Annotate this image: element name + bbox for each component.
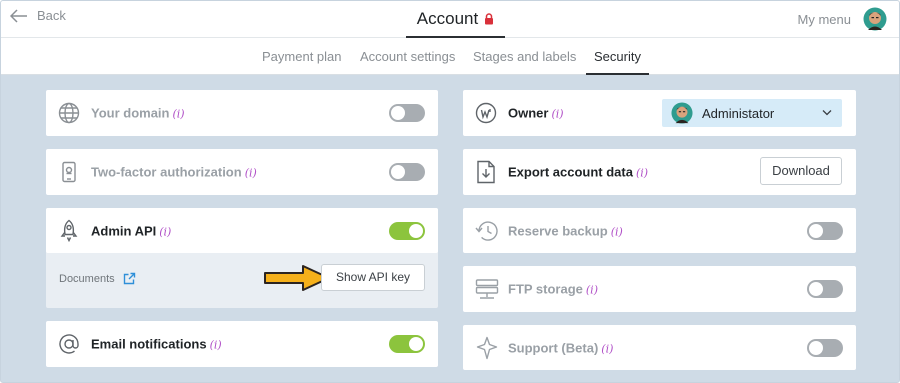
owner-icon [475,102,497,124]
domain-card: Your domain (i) [46,90,438,136]
back-button[interactable]: Back [10,8,66,23]
admin-api-label: Admin API (i) [91,223,172,238]
history-icon [475,220,498,241]
show-api-key-button[interactable]: Show API key [321,264,425,291]
domain-label: Your domain (i) [91,105,185,121]
tab-bar: Payment plan Account settings Stages and… [1,38,899,75]
backup-info-icon[interactable]: (i) [611,225,623,238]
admin-api-card: Admin API (i) [46,208,438,253]
email-notifications-card: Email notifications (i) [46,321,438,367]
owner-select[interactable]: Administator [662,99,842,127]
reserve-backup-label: Reserve backup (i) [508,223,623,238]
at-icon [59,334,79,354]
support-card: Support (Beta) (i) [463,325,856,370]
domain-info-icon[interactable]: (i) [172,108,184,121]
server-icon [475,279,499,299]
ftp-storage-label: FTP storage (i) [508,281,598,297]
two-factor-toggle[interactable] [389,163,425,181]
domain-toggle[interactable] [389,104,425,122]
tab-payment-plan[interactable]: Payment plan [262,38,342,75]
support-info-icon[interactable]: (i) [601,342,613,355]
email-info-icon[interactable]: (i) [210,339,222,352]
lock-icon [485,13,494,25]
tab-account-settings[interactable]: Account settings [360,38,455,75]
rocket-icon [60,219,78,242]
admin-api-toggle[interactable] [389,221,425,240]
ftp-storage-toggle[interactable] [807,280,843,298]
owner-label: Owner (i) [508,105,564,121]
avatar[interactable] [863,7,887,31]
download-button[interactable]: Download [760,157,842,185]
app-frame: Back Account My menu Payment plan Accoun… [0,0,900,383]
globe-icon [58,102,80,124]
owner-selected-value: Administator [702,106,775,121]
back-label: Back [37,8,66,23]
avatar [671,102,693,124]
tab-stages-and-labels[interactable]: Stages and labels [473,38,576,75]
my-menu-link[interactable]: My menu [798,12,851,27]
email-notifications-toggle[interactable] [389,335,425,353]
phone-icon [62,161,76,183]
two-factor-card: Two-factor authorization (i) [46,149,438,195]
two-factor-label: Two-factor authorization (i) [91,164,257,180]
sparkle-icon [476,336,498,359]
support-label: Support (Beta) (i) [508,340,614,355]
export-label: Export account data (i) [508,164,649,180]
ftp-storage-card: FTP storage (i) [463,266,856,312]
tab-security[interactable]: Security [586,38,649,75]
top-bar: Back Account My menu [1,1,899,38]
export-info-icon[interactable]: (i) [636,167,648,180]
owner-info-icon[interactable]: (i) [551,108,563,121]
chevron-down-icon [822,110,832,116]
two-factor-info-icon[interactable]: (i) [245,167,257,180]
ftp-info-icon[interactable]: (i) [586,284,598,297]
external-link-icon [123,272,135,285]
page-title-tab: Account [406,1,505,38]
file-download-icon [477,160,495,184]
documents-link[interactable]: Documents [59,272,136,285]
arrow-left-icon [10,8,27,23]
reserve-backup-card: Reserve backup (i) [463,208,856,253]
documents-label: Documents [59,272,115,285]
email-notifications-label: Email notifications (i) [91,336,222,352]
admin-api-info-icon[interactable]: (i) [159,225,171,238]
reserve-backup-toggle[interactable] [807,221,843,240]
page-title: Account [416,8,479,28]
support-toggle[interactable] [807,338,843,357]
